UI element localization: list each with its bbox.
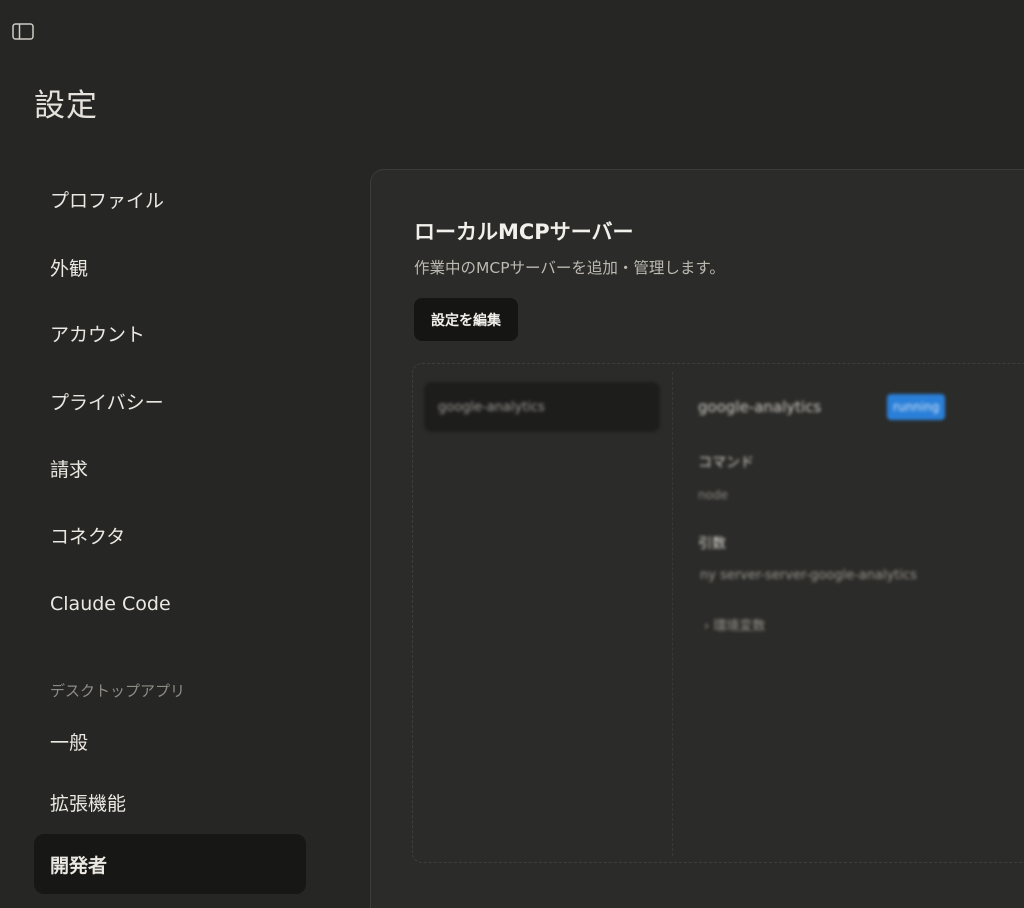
nav-item-extensions[interactable]: 拡張機能 — [34, 772, 306, 832]
nav-section-desktop-app: デスクトップアプリ — [50, 682, 186, 700]
section-title: ローカルMCPサーバー — [414, 220, 634, 244]
server-detail-value: node — [698, 488, 728, 502]
nav-item-profile[interactable]: プロファイル — [34, 169, 306, 229]
settings-window: 設定 プロファイル 外観 アカウント プライバシー 請求 コネクタ Claude… — [0, 0, 1024, 908]
expander-label: 環境変数 — [713, 619, 766, 634]
server-list-divider — [672, 372, 673, 856]
nav-item-appearance[interactable]: 外観 — [34, 237, 306, 297]
nav-item-general[interactable]: 一般 — [34, 711, 306, 771]
server-status-badge: running — [887, 394, 946, 420]
server-detail-value: ny server-server-google-analytics — [700, 568, 917, 583]
chevron-right-icon: › — [704, 619, 710, 634]
nav-item-claude-code[interactable]: Claude Code — [34, 574, 306, 634]
nav-item-connectors[interactable]: コネクタ — [34, 505, 306, 565]
mcp-server-container — [412, 363, 1024, 863]
edit-config-button[interactable]: 設定を編集 — [414, 298, 518, 341]
page-title: 設定 — [34, 88, 98, 124]
server-detail-expander[interactable]: › 環境変数 — [704, 615, 765, 634]
nav-item-developer[interactable]: 開発者 — [34, 834, 306, 894]
nav-item-account[interactable]: アカウント — [34, 303, 306, 363]
server-detail-label: 引数 — [698, 536, 726, 552]
nav-item-billing[interactable]: 請求 — [34, 438, 306, 498]
section-description: 作業中のMCPサーバーを追加・管理します。 — [414, 259, 725, 277]
server-detail-label: コマンド — [698, 455, 754, 471]
sidebar-toggle-icon[interactable] — [10, 20, 36, 42]
server-list-item[interactable]: google-analytics — [424, 382, 660, 432]
nav-item-privacy[interactable]: プライバシー — [34, 371, 306, 431]
server-detail-name: google-analytics — [698, 398, 822, 416]
